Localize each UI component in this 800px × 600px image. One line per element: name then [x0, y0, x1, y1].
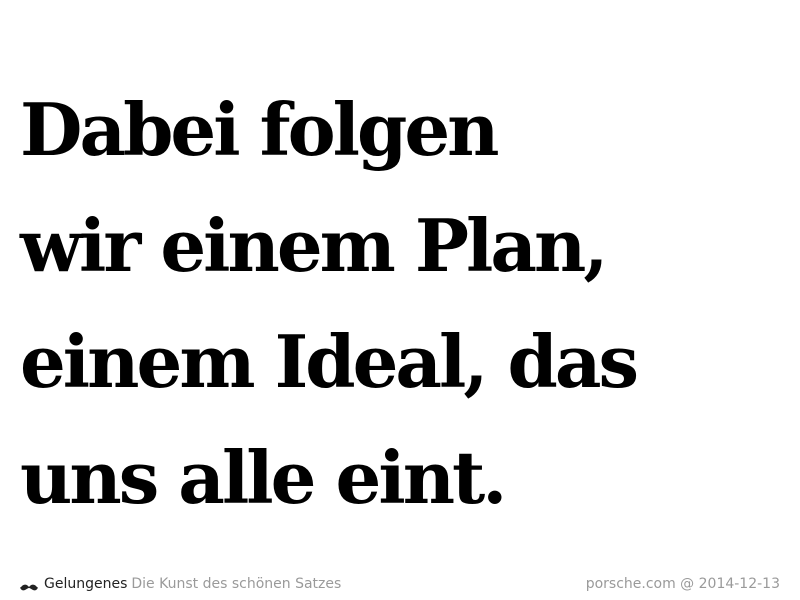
- quote-line-4: uns alle eint.: [20, 435, 507, 520]
- quote-text: Dabei folgen wir einem Plan, einem Ideal…: [20, 72, 790, 536]
- brand-name: Gelungenes: [44, 576, 128, 592]
- slide: Dabei folgen wir einem Plan, einem Ideal…: [0, 0, 800, 600]
- footer: Gelungenes Die Kunst des schönen Satzes …: [20, 574, 780, 594]
- quote-line-3: einem Ideal, das: [20, 319, 639, 404]
- quote-line-2: wir einem Plan,: [20, 203, 608, 288]
- source-credit: porsche.com @ 2014-12-13: [585, 576, 780, 592]
- footer-brand-group: Gelungenes Die Kunst des schönen Satzes: [20, 574, 341, 594]
- mustache-icon: [20, 579, 38, 591]
- brand-tagline: Die Kunst des schönen Satzes: [131, 576, 342, 592]
- quote-line-1: Dabei folgen: [20, 87, 500, 172]
